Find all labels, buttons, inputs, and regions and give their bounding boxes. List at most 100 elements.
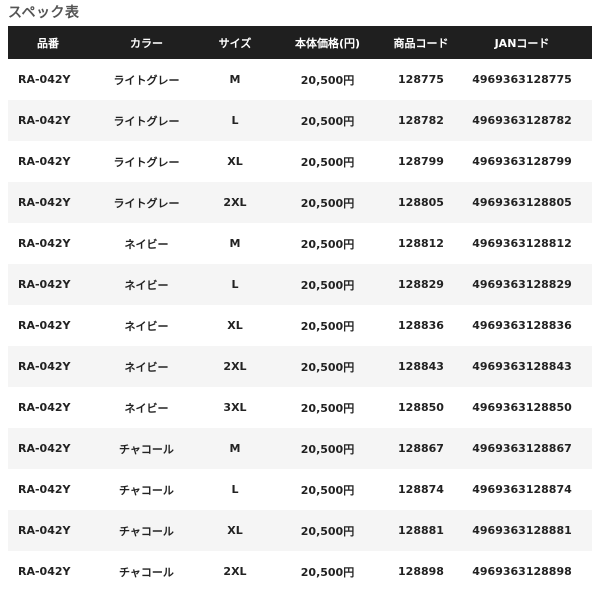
cell-size: XL [205,510,265,551]
cell-size: 2XL [205,346,265,387]
cell-product-code: 128782 [390,100,452,141]
cell-product-code: 128867 [390,428,452,469]
column-header-color: カラー [88,26,205,59]
cell-size: 3XL [205,387,265,428]
table-row: RA-042Y ネイビー M 20,500円 128812 4969363128812 [8,223,592,264]
cell-jan-code: 4969363128881 [452,510,592,551]
cell-product-code: 128850 [390,387,452,428]
cell-jan-code: 4969363128874 [452,469,592,510]
cell-size: M [205,428,265,469]
cell-size: XL [205,141,265,182]
cell-color: ネイビー [88,346,205,387]
cell-product-code: 128812 [390,223,452,264]
cell-product-code: 128775 [390,59,452,100]
cell-part-number: RA-042Y [8,141,88,182]
cell-price: 20,500円 [265,428,390,469]
spec-table-body: RA-042Y ライトグレー M 20,500円 128775 4969363128775… [8,59,592,592]
cell-size: XL [205,305,265,346]
cell-size: M [205,223,265,264]
cell-part-number: RA-042Y [8,305,88,346]
cell-jan-code: 4969363128850 [452,387,592,428]
cell-price: 20,500円 [265,346,390,387]
cell-jan-code: 4969363128775 [452,59,592,100]
cell-jan-code: 4969363128805 [452,182,592,223]
cell-size: 2XL [205,182,265,223]
cell-part-number: RA-042Y [8,100,88,141]
cell-part-number: RA-042Y [8,182,88,223]
spec-table: 品番 カラー サイズ 本体価格(円) 商品コード JANコード RA-042Y ラ… [8,26,592,592]
cell-color: チャコール [88,428,205,469]
cell-part-number: RA-042Y [8,469,88,510]
column-header-product-code: 商品コード [390,26,452,59]
cell-size: L [205,100,265,141]
cell-color: ライトグレー [88,141,205,182]
cell-product-code: 128836 [390,305,452,346]
cell-color: チャコール [88,551,205,592]
cell-product-code: 128799 [390,141,452,182]
cell-color: ネイビー [88,223,205,264]
cell-size: 2XL [205,551,265,592]
table-row: RA-042Y ネイビー 2XL 20,500円 128843 4969363128843 [8,346,592,387]
spec-table-title: スペック表 [8,5,80,21]
table-row: RA-042Y ライトグレー XL 20,500円 128799 496936312879… [8,141,592,182]
cell-jan-code: 4969363128843 [452,346,592,387]
table-row: RA-042Y チャコール L 20,500円 128874 4969363128874 [8,469,592,510]
cell-color: ネイビー [88,387,205,428]
cell-product-code: 128898 [390,551,452,592]
cell-price: 20,500円 [265,182,390,223]
table-row: RA-042Y ライトグレー M 20,500円 128775 4969363128775 [8,59,592,100]
cell-part-number: RA-042Y [8,551,88,592]
cell-price: 20,500円 [265,141,390,182]
table-row: RA-042Y ライトグレー L 20,500円 128782 4969363128782 [8,100,592,141]
table-row: RA-042Y チャコール XL 20,500円 128881 4969363128881 [8,510,592,551]
cell-jan-code: 4969363128836 [452,305,592,346]
header-row: 品番 カラー サイズ 本体価格(円) 商品コード JANコード [8,26,592,59]
cell-color: チャコール [88,510,205,551]
column-header-jan-code: JANコード [452,26,592,59]
cell-product-code: 128805 [390,182,452,223]
table-row: RA-042Y ネイビー 3XL 20,500円 128850 4969363128850 [8,387,592,428]
column-header-size: サイズ [205,26,265,59]
cell-jan-code: 4969363128867 [452,428,592,469]
cell-color: ライトグレー [88,100,205,141]
cell-price: 20,500円 [265,469,390,510]
cell-part-number: RA-042Y [8,264,88,305]
cell-jan-code: 4969363128782 [452,100,592,141]
cell-price: 20,500円 [265,387,390,428]
cell-price: 20,500円 [265,100,390,141]
cell-product-code: 128874 [390,469,452,510]
column-header-price: 本体価格(円) [265,26,390,59]
cell-size: M [205,59,265,100]
cell-price: 20,500円 [265,59,390,100]
cell-size: L [205,264,265,305]
cell-price: 20,500円 [265,223,390,264]
cell-part-number: RA-042Y [8,223,88,264]
cell-price: 20,500円 [265,305,390,346]
cell-price: 20,500円 [265,551,390,592]
cell-product-code: 128843 [390,346,452,387]
table-row: RA-042Y ネイビー XL 20,500円 128836 4969363128836 [8,305,592,346]
cell-color: チャコール [88,469,205,510]
spec-table-header: 品番 カラー サイズ 本体価格(円) 商品コード JANコード [8,26,592,59]
cell-jan-code: 4969363128898 [452,551,592,592]
cell-price: 20,500円 [265,264,390,305]
cell-jan-code: 4969363128829 [452,264,592,305]
table-row: RA-042Y ネイビー L 20,500円 128829 4969363128829 [8,264,592,305]
cell-price: 20,500円 [265,510,390,551]
cell-part-number: RA-042Y [8,59,88,100]
cell-part-number: RA-042Y [8,428,88,469]
cell-part-number: RA-042Y [8,387,88,428]
cell-product-code: 128881 [390,510,452,551]
table-row: RA-042Y チャコール 2XL 20,500円 128898 496936312889… [8,551,592,592]
cell-color: ライトグレー [88,59,205,100]
table-row: RA-042Y チャコール M 20,500円 128867 4969363128867 [8,428,592,469]
column-header-part-number: 品番 [8,26,88,59]
spec-page: スペック表 品番 カラー サイズ 本体価格(円) 商品コード JANコード RA… [0,0,600,600]
cell-part-number: RA-042Y [8,346,88,387]
cell-size: L [205,469,265,510]
cell-color: ライトグレー [88,182,205,223]
table-row: RA-042Y ライトグレー 2XL 20,500円 128805 49693631288… [8,182,592,223]
cell-jan-code: 4969363128812 [452,223,592,264]
cell-jan-code: 4969363128799 [452,141,592,182]
cell-color: ネイビー [88,305,205,346]
